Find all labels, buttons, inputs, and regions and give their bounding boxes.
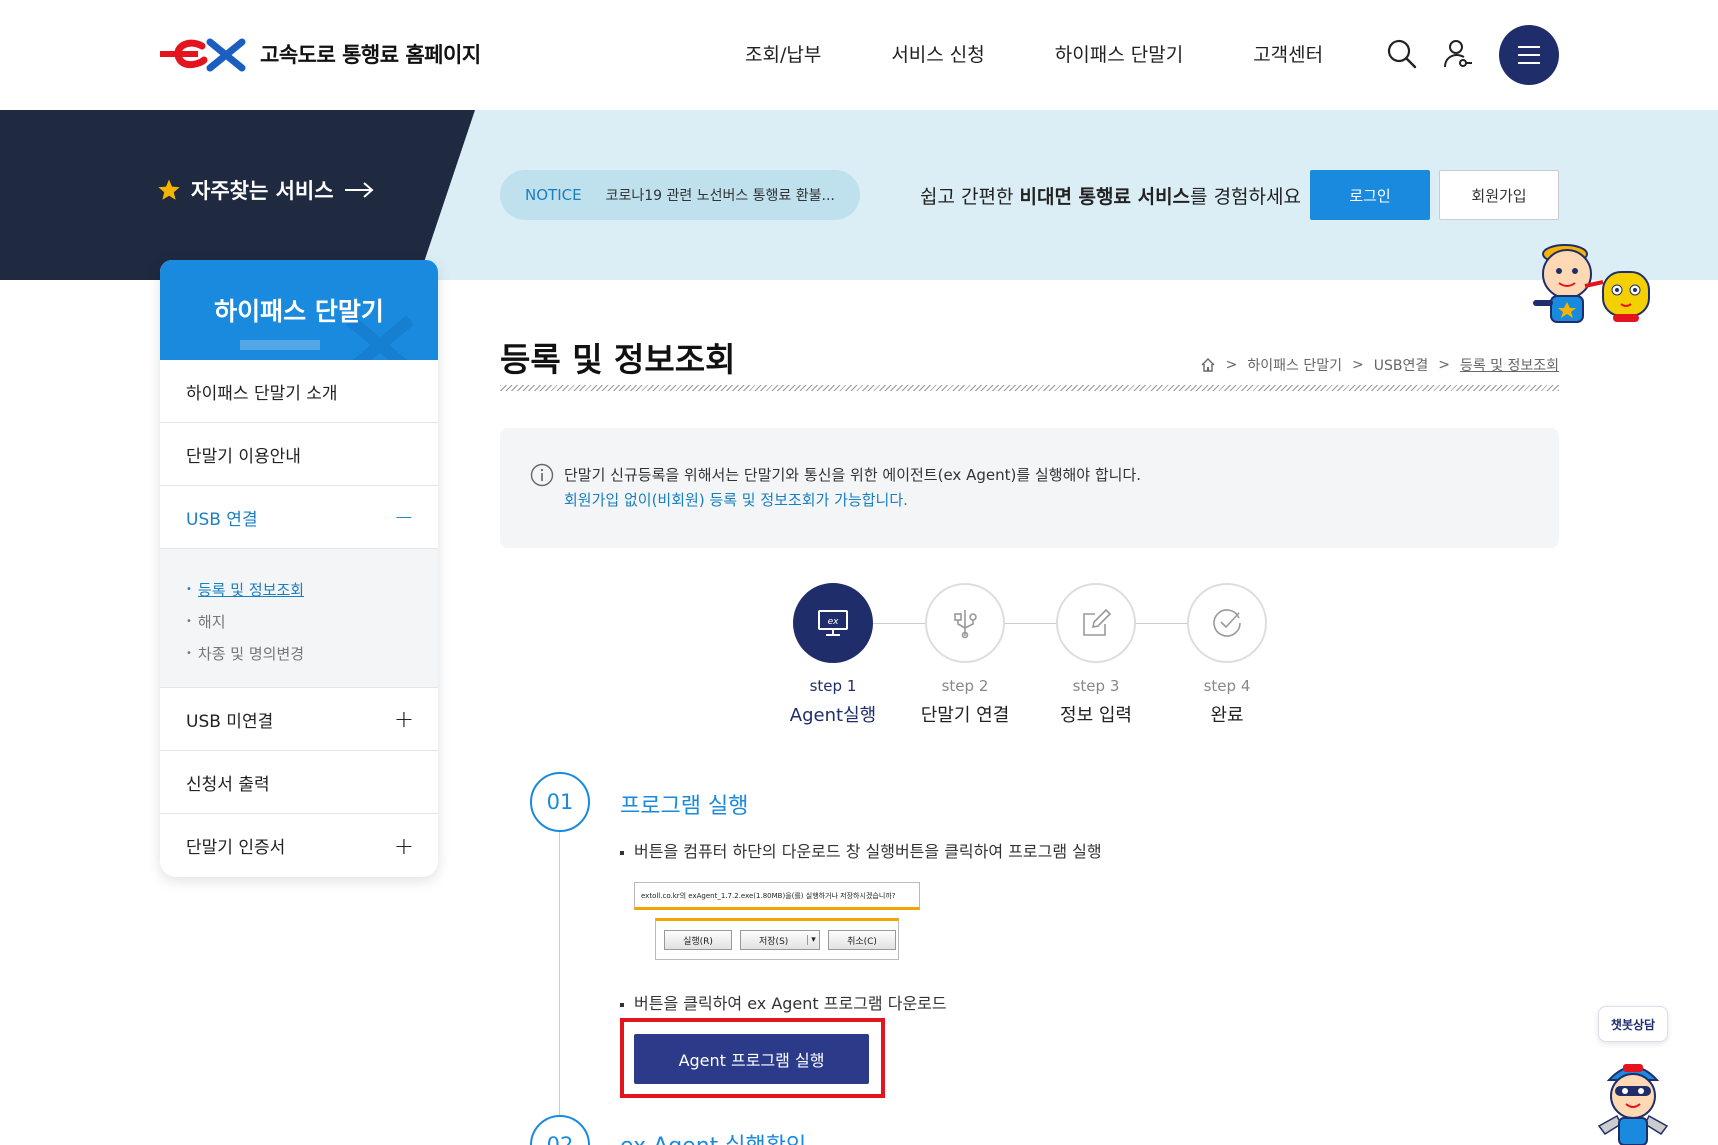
edit-icon	[1083, 608, 1112, 636]
favorite-services-link[interactable]: 자주찾는 서비스	[157, 175, 374, 205]
save-button-image: 저장(S) ▾	[740, 930, 820, 950]
all-menu-button[interactable]	[1499, 25, 1559, 85]
info-line-2: 회원가입 없이(비회원) 등록 및 정보조회가 가능합니다.	[564, 491, 908, 509]
sidebar-item-print-application[interactable]: 신청서 출력	[160, 751, 438, 814]
sidebar-submenu: • 등록 및 정보조회 • 해지 • 차종 및 명의변경	[160, 549, 438, 688]
nav-lookup-pay[interactable]: 조회/납부	[745, 40, 821, 67]
expand-plus-icon: +	[393, 831, 414, 860]
sidebar-item-certificate[interactable]: 단말기 인증서 +	[160, 814, 438, 877]
chevron-right-icon: >	[1438, 357, 1450, 373]
info-box: 단말기 신규등록을 위해서는 단말기와 통신을 위한 에이전트(ex Agent…	[500, 428, 1559, 548]
expand-plus-icon: +	[393, 705, 414, 733]
steps-connector	[833, 623, 1223, 624]
notice-text: 코로나19 관련 노선버스 통행료 환불...	[605, 188, 835, 204]
usb-icon	[954, 610, 977, 639]
section-title: ex Agent 실행확인	[620, 1128, 806, 1145]
page-title: 등록 및 정보조회	[500, 340, 736, 379]
sidebar-item-usb-connected[interactable]: USB 연결 −	[160, 486, 438, 549]
dropdown-arrow-icon: ▾	[807, 935, 819, 945]
mascot-illustration	[1533, 244, 1650, 323]
section-title: 프로그램 실행	[620, 794, 749, 819]
hamburger-icon	[1518, 46, 1540, 64]
site-title: 고속도로 통행료 홈페이지	[260, 43, 481, 67]
sidebar-title: 하이패스 단말기	[160, 260, 438, 360]
section-number: 01	[530, 772, 590, 832]
ex-logo-icon	[160, 38, 246, 72]
cancel-button-image: 취소(C)	[828, 930, 896, 950]
info-icon	[530, 463, 554, 487]
step-terminal-connect: step 2 단말기 연결	[921, 583, 1009, 727]
nav-service-apply[interactable]: 서비스 신청	[891, 40, 984, 67]
step-name: 완료	[1210, 705, 1244, 726]
chatbot-bubble[interactable]: 챗봇상담	[1598, 1006, 1668, 1042]
site-logo[interactable]: 고속도로 통행료 홈페이지	[158, 32, 481, 76]
sidebar-item-intro[interactable]: 하이패스 단말기 소개	[160, 360, 438, 423]
step-name: Agent실행	[789, 705, 877, 726]
banner-message: 쉽고 간편한 비대면 통행료 서비스를 경험하세요	[920, 186, 1301, 208]
header: 고속도로 통행료 홈페이지 조회/납부 서비스 신청 하이패스 단말기 고객센터	[0, 0, 1718, 110]
home-icon[interactable]	[1200, 357, 1216, 373]
breadcrumb: > 하이패스 단말기 > USB연결 > 등록 및 정보조회	[1200, 355, 1559, 375]
notice-tag: NOTICE	[525, 186, 582, 204]
step-number: step 3	[1072, 677, 1120, 695]
sidebar-item-usb-unconnected[interactable]: USB 미연결 +	[160, 688, 438, 751]
agent-run-button[interactable]: Agent 프로그램 실행	[634, 1034, 869, 1084]
instruction-text: 버튼을 클릭하여 ex Agent 프로그램 다운로드	[620, 990, 947, 1014]
timeline-line	[559, 830, 560, 1145]
sidebar-item-guide[interactable]: 단말기 이용안내	[160, 423, 438, 486]
star-icon	[158, 179, 180, 200]
step-complete: step 4 완료	[1187, 583, 1267, 727]
submenu-cancel[interactable]: • 해지	[186, 605, 412, 637]
favorite-services-label: 자주찾는 서비스	[191, 179, 334, 203]
main-nav: 조회/납부 서비스 신청 하이패스 단말기 고객센터	[745, 40, 1323, 67]
user-icon[interactable]	[1441, 38, 1473, 70]
step-name: 정보 입력	[1060, 705, 1132, 726]
download-bar-image: extoll.co.kr의 exAgent_1.7.2.exe(1.80MB)을…	[634, 882, 920, 910]
breadcrumb-current[interactable]: 등록 및 정보조회	[1460, 355, 1559, 375]
breadcrumb-item[interactable]: USB연결	[1374, 355, 1429, 375]
info-line-1: 단말기 신규등록을 위해서는 단말기와 통신을 위한 에이전트(ex Agent…	[564, 466, 1142, 484]
collapse-minus-icon: −	[393, 503, 414, 531]
join-button[interactable]: 회원가입	[1439, 170, 1559, 220]
step-name: 단말기 연결	[920, 705, 1010, 726]
sidebar-nav: 하이패스 단말기 하이패스 단말기 소개 단말기 이용안내 USB 연결 − •…	[160, 260, 438, 877]
check-circle-icon	[1213, 609, 1241, 637]
section-number: 02	[530, 1115, 590, 1145]
step-agent-run: ex step 1 Agent실행	[790, 583, 876, 727]
submenu-register-lookup[interactable]: • 등록 및 정보조회	[186, 573, 412, 605]
instruction-text: 버튼을 컴퓨터 하단의 다운로드 창 실행버튼을 클릭하여 프로그램 실행	[620, 838, 1102, 862]
step-number: step 4	[1203, 677, 1251, 695]
arrow-right-icon	[344, 182, 374, 198]
step-number: step 1	[809, 677, 857, 695]
submenu-change-vehicle-owner[interactable]: • 차종 및 명의변경	[186, 637, 412, 669]
chevron-right-icon: >	[1225, 357, 1238, 373]
step-number: step 2	[941, 677, 989, 695]
step-info-input: step 3 정보 입력	[1056, 583, 1136, 727]
chatbot-mascot-icon[interactable]	[1593, 1052, 1673, 1145]
nav-customer-center[interactable]: 고객센터	[1253, 40, 1323, 67]
download-buttons-image: 실행(R) 저장(S) ▾ 취소(C)	[655, 918, 899, 960]
notice-pill[interactable]: NOTICE 코로나19 관련 노선버스 통행료 환불...	[500, 170, 860, 220]
title-divider	[500, 385, 1559, 391]
nav-hipass-terminal[interactable]: 하이패스 단말기	[1055, 40, 1183, 67]
svg-text:ex: ex	[828, 617, 840, 627]
login-button[interactable]: 로그인	[1310, 170, 1430, 220]
search-icon[interactable]	[1386, 38, 1418, 70]
breadcrumb-item[interactable]: 하이패스 단말기	[1247, 355, 1342, 375]
monitor-icon: ex	[818, 610, 848, 636]
run-button-image: 실행(R)	[664, 930, 732, 950]
chevron-right-icon: >	[1351, 357, 1364, 373]
